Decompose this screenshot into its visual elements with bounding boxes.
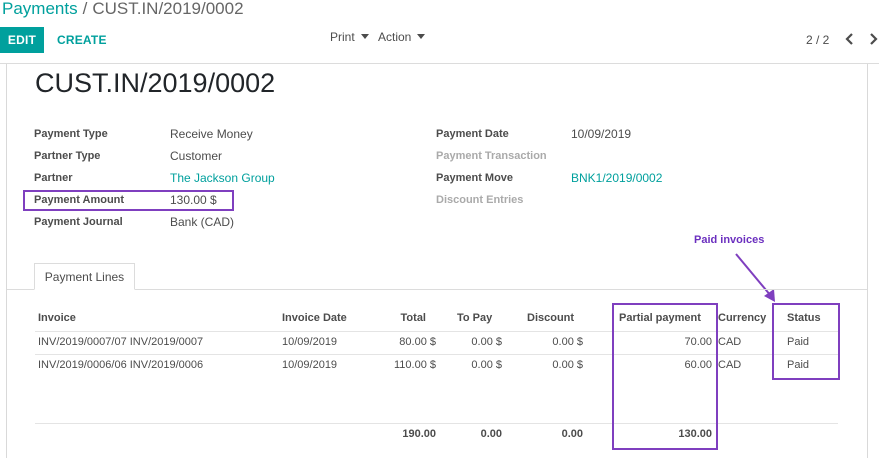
payment-amount-highlight bbox=[23, 190, 234, 211]
edit-button[interactable]: EDIT bbox=[0, 27, 44, 53]
cell-to-pay: 0.00 $ bbox=[471, 336, 502, 348]
cell-currency: CAD bbox=[718, 359, 742, 371]
breadcrumb-payments-link[interactable]: Payments bbox=[2, 0, 78, 18]
payment-move-link[interactable]: BNK1/2019/0002 bbox=[571, 171, 662, 185]
chevron-right-icon bbox=[870, 33, 878, 45]
create-button[interactable]: CREATE bbox=[50, 27, 114, 53]
partner-type-value[interactable]: Customer bbox=[170, 149, 222, 163]
record-title: CUST.IN/2019/0002 bbox=[35, 68, 276, 98]
notebook-tab-border bbox=[7, 289, 867, 290]
cell-discount: 0.00 $ bbox=[552, 359, 583, 371]
payment-journal-value[interactable]: Bank (CAD) bbox=[170, 215, 234, 229]
column-header-invoice-date[interactable]: Invoice Date bbox=[282, 312, 347, 324]
annotation-arrow-icon bbox=[735, 253, 775, 302]
payment-journal-label: Payment Journal bbox=[34, 216, 123, 228]
status-highlight bbox=[772, 303, 840, 380]
column-header-invoice[interactable]: Invoice bbox=[38, 312, 76, 324]
column-header-total[interactable]: Total bbox=[360, 312, 426, 324]
column-header-discount[interactable]: Discount bbox=[527, 312, 574, 324]
cell-currency: CAD bbox=[718, 336, 742, 348]
discount-entries-label: Discount Entries bbox=[436, 194, 524, 206]
cell-total: 80.00 $ bbox=[399, 336, 436, 348]
cell-total: 110.00 $ bbox=[393, 359, 436, 371]
paid-invoices-annotation: Paid invoices bbox=[694, 234, 765, 246]
chevron-left-icon bbox=[845, 33, 853, 45]
partner-link[interactable]: The Jackson Group bbox=[170, 171, 275, 185]
breadcrumb-current: CUST.IN/2019/0002 bbox=[92, 0, 244, 18]
cell-invoice-date: 10/09/2019 bbox=[282, 359, 338, 371]
payment-date-label: Payment Date bbox=[436, 128, 509, 140]
print-dropdown[interactable]: Print bbox=[330, 30, 369, 44]
payment-type-label: Payment Type bbox=[34, 128, 108, 140]
footer-discount: 0.00 bbox=[561, 428, 583, 440]
pager-next-button[interactable] bbox=[866, 31, 879, 47]
partner-label: Partner bbox=[34, 172, 73, 184]
footer-to-pay: 0.00 bbox=[480, 428, 502, 440]
action-dropdown[interactable]: Action bbox=[378, 30, 426, 44]
footer-total: 190.00 bbox=[402, 428, 436, 440]
cell-invoice: INV/2019/0006/06 INV/2019/0006 bbox=[38, 359, 204, 371]
partner-type-label: Partner Type bbox=[34, 150, 101, 162]
payment-date-value[interactable]: 10/09/2019 bbox=[571, 127, 631, 141]
payment-move-label: Payment Move bbox=[436, 172, 514, 184]
action-dropdown-label: Action bbox=[378, 30, 412, 44]
pager-previous-button[interactable] bbox=[843, 31, 857, 47]
caret-down-icon bbox=[360, 34, 369, 39]
print-dropdown-label: Print bbox=[330, 30, 355, 44]
payment-transaction-label: Payment Transaction bbox=[436, 150, 547, 162]
column-header-to-pay[interactable]: To Pay bbox=[457, 312, 492, 324]
column-header-currency[interactable]: Currency bbox=[718, 312, 766, 324]
cell-discount: 0.00 $ bbox=[552, 336, 583, 348]
caret-down-icon bbox=[417, 34, 426, 39]
cell-invoice-date: 10/09/2019 bbox=[282, 336, 338, 348]
breadcrumb-separator: / bbox=[82, 0, 88, 18]
tab-payment-lines[interactable]: Payment Lines bbox=[34, 263, 135, 290]
cell-invoice: INV/2019/0007/07 INV/2019/0007 bbox=[38, 336, 204, 348]
partial-payment-highlight bbox=[612, 303, 718, 450]
pager-value[interactable]: 2 / 2 bbox=[806, 33, 829, 47]
breadcrumb: Payments / CUST.IN/2019/0002 bbox=[2, 0, 244, 20]
payment-type-value[interactable]: Receive Money bbox=[170, 127, 253, 141]
cell-to-pay: 0.00 $ bbox=[471, 359, 502, 371]
